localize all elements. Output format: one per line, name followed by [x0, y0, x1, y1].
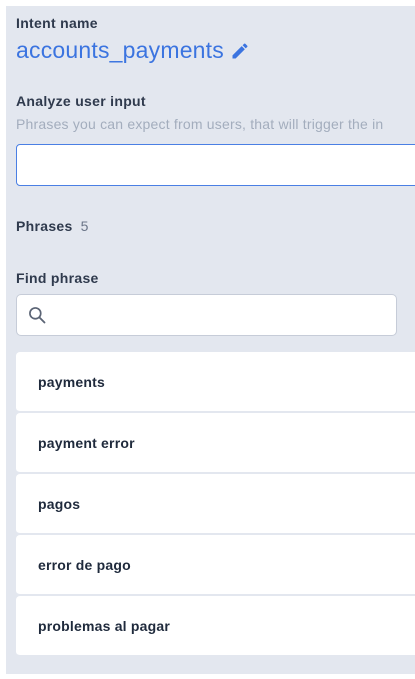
intent-name-row: accounts_payments	[16, 37, 250, 64]
phrase-text: payment error	[38, 434, 135, 451]
phrases-label: Phrases	[16, 218, 73, 234]
intent-name-label: Intent name	[16, 15, 98, 31]
intent-name[interactable]: accounts_payments	[16, 37, 224, 64]
phrase-item[interactable]: pagos	[16, 474, 415, 534]
find-phrase-label: Find phrase	[16, 270, 99, 286]
phrases-count: 5	[80, 218, 89, 234]
search-icon	[27, 305, 47, 325]
analyze-user-input[interactable]	[16, 144, 415, 186]
analyze-help-text: Phrases you can expect from users, that …	[16, 116, 384, 132]
pencil-icon[interactable]	[230, 41, 250, 61]
phrase-item[interactable]: error de pago	[16, 535, 415, 595]
phrase-list: payments payment error pagos error de pa…	[16, 352, 415, 657]
phrase-item[interactable]: problemas al pagar	[16, 596, 415, 656]
phrase-text: pagos	[38, 495, 81, 512]
phrases-header: Phrases 5	[16, 218, 88, 234]
phrase-text: payments	[38, 373, 105, 390]
find-phrase-box[interactable]	[16, 294, 397, 336]
find-phrase-input[interactable]	[47, 294, 396, 336]
intent-editor-panel: Intent name accounts_payments Analyze us…	[6, 6, 415, 674]
phrase-item[interactable]: payment error	[16, 413, 415, 473]
phrase-text: error de pago	[38, 556, 131, 573]
analyze-input-label: Analyze user input	[16, 93, 146, 109]
phrase-item[interactable]: payments	[16, 352, 415, 412]
phrase-text: problemas al pagar	[38, 617, 170, 634]
